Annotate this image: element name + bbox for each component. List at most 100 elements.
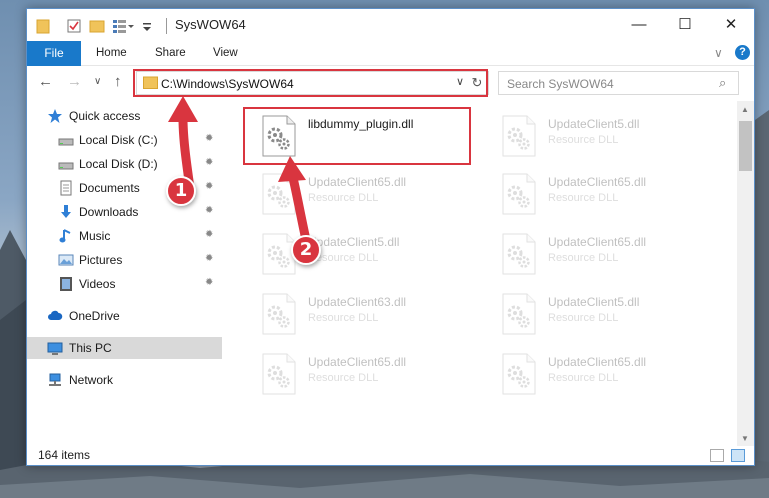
new-folder-icon[interactable]: [89, 18, 105, 34]
sidebar-item-label: Local Disk (D:): [79, 157, 158, 171]
close-button[interactable]: ✕: [708, 9, 754, 41]
maximize-button[interactable]: ☐: [662, 9, 708, 41]
file-name: UpdateClient65.dll: [548, 355, 647, 369]
file-name: UpdateClient5.dll: [548, 117, 640, 131]
pin-icon[interactable]: ✹: [205, 157, 213, 168]
music-icon: [59, 229, 71, 243]
file-item[interactable]: UpdateClient5.dll Resource DLL: [244, 225, 474, 281]
sidebar-item-label: Downloads: [79, 205, 139, 219]
file-type: Resource DLL: [308, 192, 379, 204]
expand-ribbon-icon[interactable]: ∨: [714, 46, 723, 60]
file-item[interactable]: UpdateClient65.dll Resource DLL: [484, 165, 714, 221]
scroll-down-icon[interactable]: ▼: [741, 434, 749, 443]
sidebar-item-pictures[interactable]: Pictures ✹: [27, 249, 222, 271]
tab-home[interactable]: Home: [96, 47, 127, 59]
folder-icon: [36, 19, 50, 34]
scroll-up-icon[interactable]: ▲: [741, 105, 749, 114]
sidebar-item-label: OneDrive: [69, 309, 120, 323]
customize-toolbar-icon[interactable]: [112, 18, 134, 34]
tab-view[interactable]: View: [213, 47, 238, 59]
properties-icon[interactable]: [66, 18, 82, 34]
dll-file-icon: [502, 115, 536, 157]
window-title: SysWOW64: [175, 17, 246, 32]
pictures-icon: [58, 254, 74, 266]
item-count: 164 items: [38, 448, 91, 462]
sidebar-item-label: Network: [69, 373, 114, 387]
pin-icon[interactable]: ✹: [205, 277, 213, 288]
file-item[interactable]: UpdateClient5.dll Resource DLL: [484, 285, 714, 341]
sidebar-item-label: Quick access: [69, 109, 141, 123]
sidebar-item-onedrive[interactable]: OneDrive: [27, 305, 222, 327]
dll-file-icon: [262, 353, 296, 395]
callout-step-2: 2: [291, 235, 321, 265]
sidebar-item-label: Local Disk (C:): [79, 133, 158, 147]
file-type: Resource DLL: [548, 252, 619, 264]
forward-button[interactable]: →: [67, 73, 82, 90]
dll-file-icon: [502, 353, 536, 395]
vertical-scrollbar[interactable]: ▲ ▼: [737, 101, 754, 446]
pin-icon[interactable]: ✹: [205, 133, 213, 144]
sidebar-item-local-disk-c[interactable]: Local Disk (C:) ✹: [27, 129, 222, 151]
file-type: Resource DLL: [308, 372, 379, 384]
sidebar-item-label: Pictures: [79, 253, 123, 267]
sidebar-item-this-pc[interactable]: This PC: [27, 337, 222, 359]
back-button[interactable]: ←: [38, 73, 53, 90]
file-item[interactable]: UpdateClient65.dll Resource DLL: [244, 165, 474, 221]
file-item[interactable]: UpdateClient65.dll Resource DLL: [484, 225, 714, 281]
dropdown-arrow-icon[interactable]: [141, 18, 153, 34]
pin-icon[interactable]: ✹: [205, 229, 213, 240]
network-icon: [49, 373, 61, 386]
sidebar-item-label: This PC: [69, 341, 112, 355]
pin-icon[interactable]: ✹: [205, 253, 213, 264]
videos-icon: [60, 277, 72, 291]
file-type: Resource DLL: [548, 312, 619, 324]
file-type: Resource DLL: [308, 312, 379, 324]
file-item[interactable]: UpdateClient65.dll Resource DLL: [484, 345, 714, 401]
sidebar-item-label: Music: [79, 229, 111, 243]
ribbon-tabs: File Home Share View ∨ ?: [27, 41, 754, 66]
pin-icon[interactable]: ✹: [205, 181, 213, 192]
dll-file-icon: [502, 293, 536, 335]
file-item[interactable]: UpdateClient65.dll Resource DLL: [244, 345, 474, 401]
up-button[interactable]: ↑: [114, 73, 122, 90]
sidebar-item-downloads[interactable]: Downloads ✹: [27, 201, 222, 223]
pin-icon[interactable]: ✹: [205, 205, 213, 216]
large-icons-view-icon[interactable]: [731, 449, 745, 462]
sidebar-item-local-disk-d[interactable]: Local Disk (D:) ✹: [27, 153, 222, 175]
download-icon: [61, 205, 71, 218]
minimize-button[interactable]: —: [616, 9, 662, 41]
computer-icon: [47, 342, 63, 355]
dll-file-icon: [502, 233, 536, 275]
file-type: Resource DLL: [548, 372, 619, 384]
drive-icon: [58, 138, 74, 146]
file-item[interactable]: UpdateClient5.dll Resource DLL: [484, 107, 714, 163]
callout-step-1: 1: [166, 176, 196, 206]
file-type: Resource DLL: [548, 134, 619, 146]
dll-file-icon: [502, 173, 536, 215]
file-name: UpdateClient65.dll: [548, 235, 647, 249]
sidebar-item-network[interactable]: Network: [27, 369, 222, 391]
documents-icon: [60, 180, 72, 196]
tab-file[interactable]: File: [27, 41, 81, 66]
scrollbar-thumb[interactable]: [739, 121, 752, 171]
sidebar-item-quick-access[interactable]: Quick access: [27, 105, 222, 127]
search-input[interactable]: Search SysWOW64: [507, 77, 614, 91]
dll-file-icon: [262, 293, 296, 335]
details-view-icon[interactable]: [710, 449, 724, 462]
tab-share[interactable]: Share: [155, 47, 186, 59]
title-separator: [166, 18, 167, 34]
status-bar: 164 items: [27, 446, 754, 465]
recent-locations-button[interactable]: ∨: [94, 76, 101, 87]
file-name: UpdateClient63.dll: [308, 295, 407, 309]
file-highlight-box: [243, 107, 471, 165]
search-icon[interactable]: ⌕: [719, 75, 726, 91]
file-name: UpdateClient5.dll: [548, 295, 640, 309]
drive-icon: [58, 162, 74, 170]
file-name: UpdateClient65.dll: [308, 355, 407, 369]
search-box[interactable]: Search SysWOW64 ⌕: [498, 71, 739, 95]
file-item[interactable]: UpdateClient63.dll Resource DLL: [244, 285, 474, 341]
help-icon[interactable]: ?: [735, 45, 750, 60]
sidebar-item-videos[interactable]: Videos ✹: [27, 273, 222, 295]
file-name: UpdateClient65.dll: [548, 175, 647, 189]
sidebar-item-music[interactable]: Music ✹: [27, 225, 222, 247]
